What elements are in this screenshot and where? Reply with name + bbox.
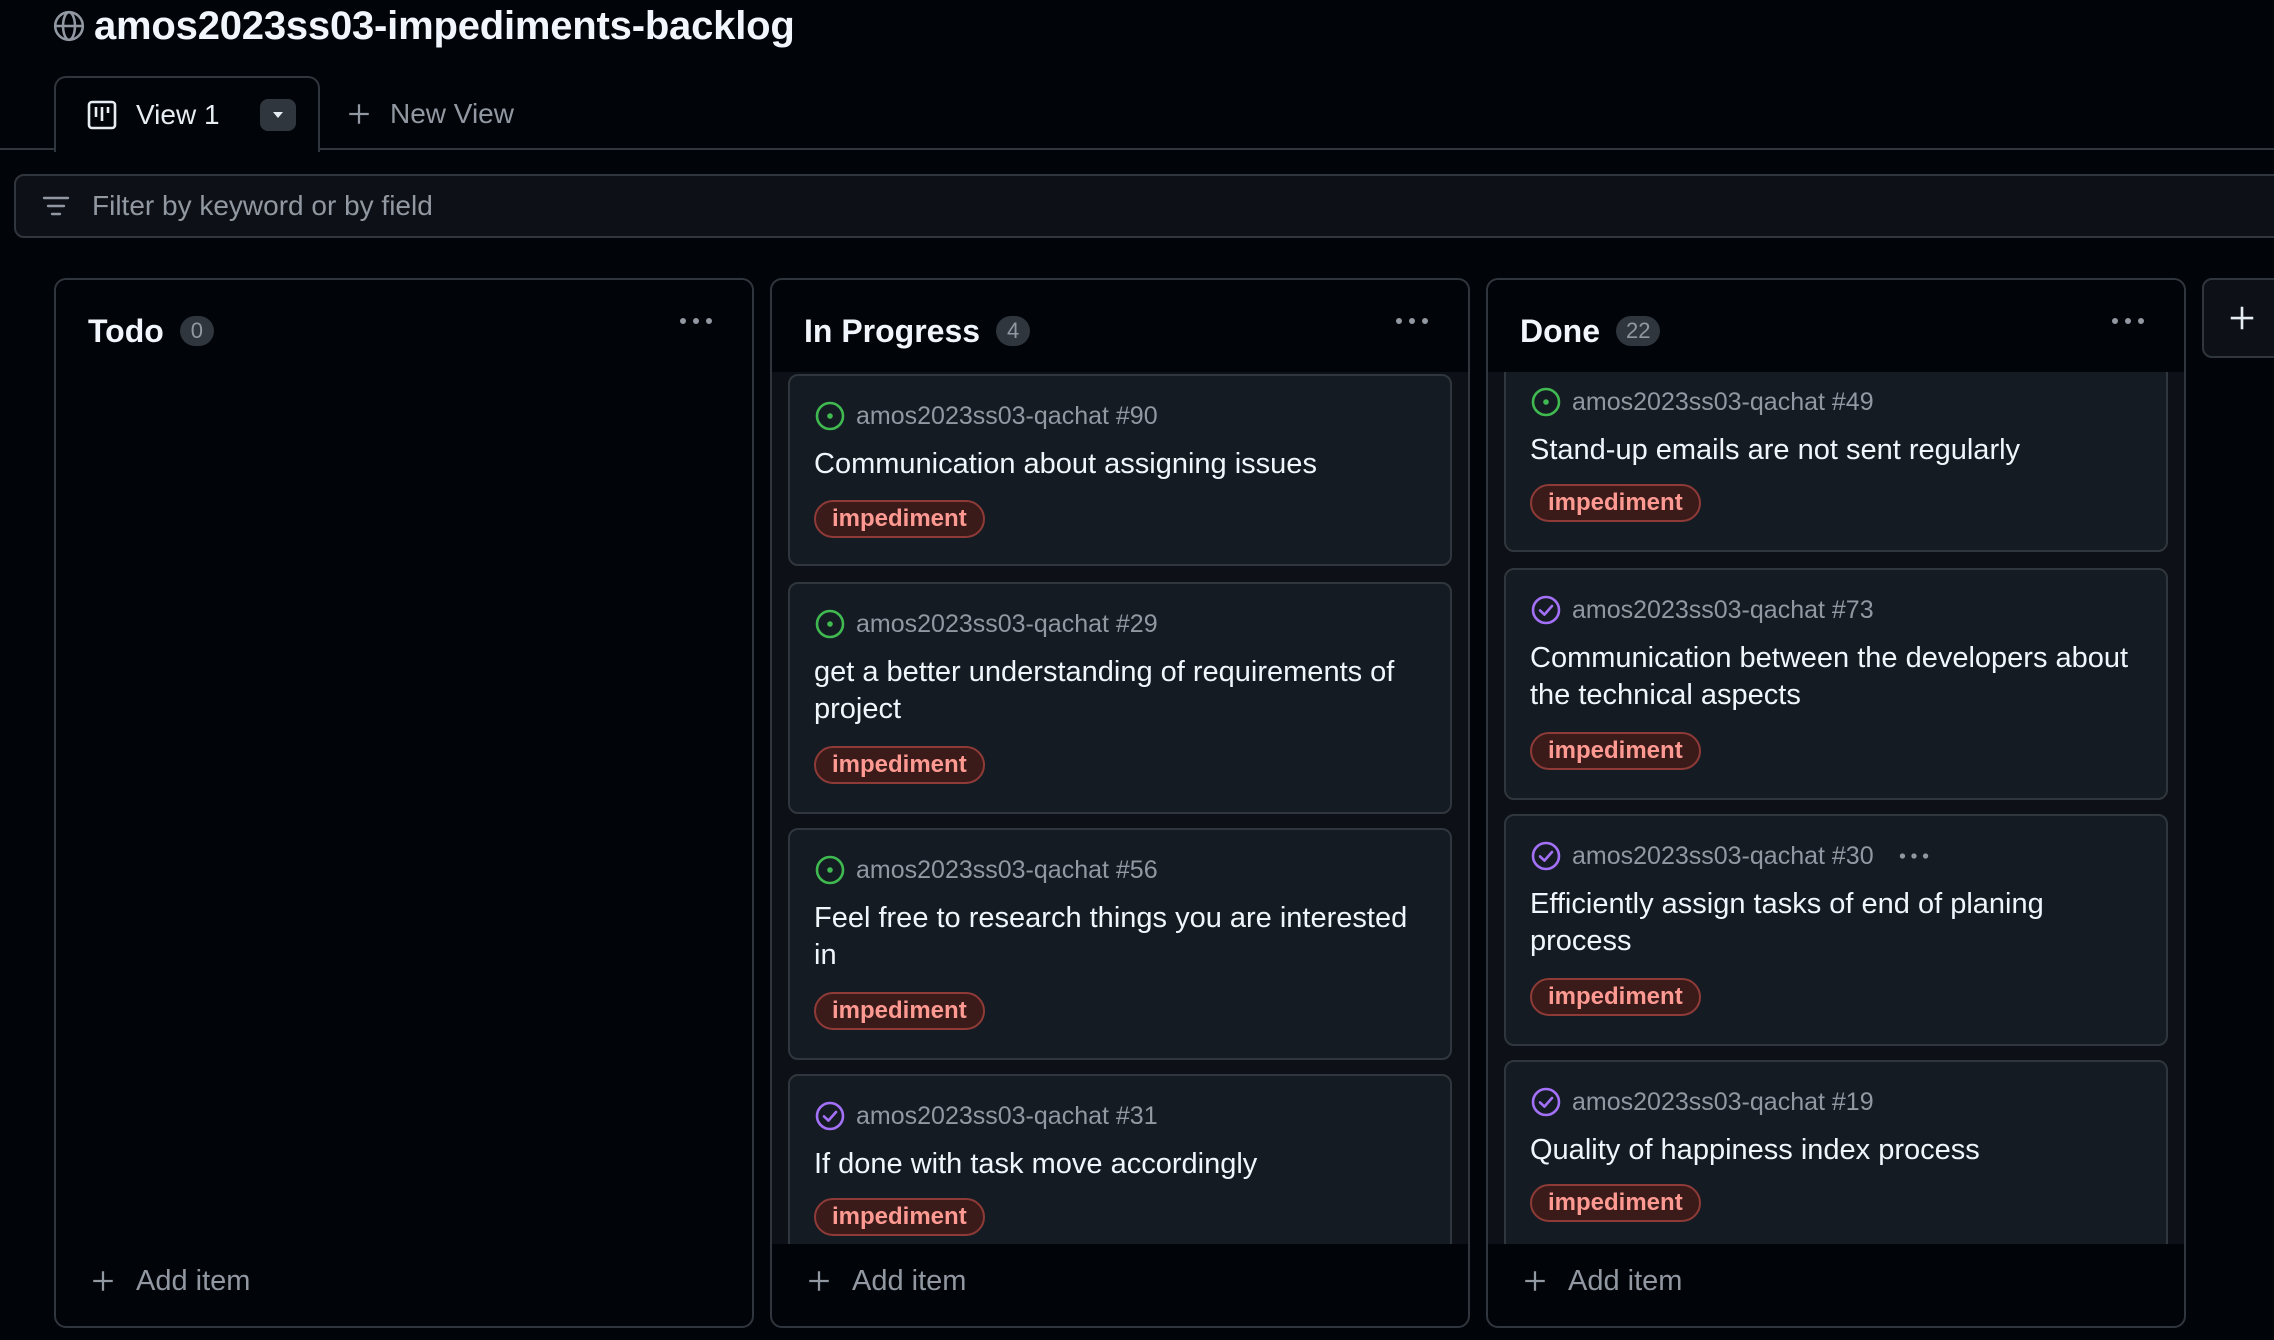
add-item-label: Add item <box>852 1264 967 1297</box>
column-title: In Progress <box>804 312 981 349</box>
globe-icon <box>53 10 85 42</box>
column-menu-button[interactable] <box>676 306 716 336</box>
issue-card[interactable]: amos2023ss03-qachat #56 Feel free to res… <box>788 828 1452 1060</box>
add-item-label: Add item <box>136 1264 251 1297</box>
issue-reference: amos2023ss03-qachat #73 <box>1572 595 1874 624</box>
project-header: amos2023ss03-impediments-backlog <box>52 0 795 52</box>
column-todo: Todo 0 Add item <box>54 278 754 1328</box>
plus-icon <box>2230 306 2254 330</box>
column-title: Done <box>1520 312 1600 349</box>
issue-reference: amos2023ss03-qachat #90 <box>856 401 1158 430</box>
issue-opened-icon <box>815 609 845 639</box>
triangle-down-icon <box>272 112 283 118</box>
issue-closed-icon <box>1531 595 1561 625</box>
project-title: amos2023ss03-impediments-backlog <box>94 3 795 48</box>
kebab-horizontal-icon <box>680 318 712 324</box>
card-meta: amos2023ss03-qachat #56 <box>814 854 1158 886</box>
issue-title[interactable]: get a better understanding of requiremen… <box>814 654 1424 728</box>
label-badge[interactable]: impediment <box>1530 1184 1701 1222</box>
issue-title[interactable]: Stand-up emails are not sent regularly <box>1530 432 2140 469</box>
column-header: Todo 0 <box>56 280 752 372</box>
label-badge[interactable]: impediment <box>814 992 985 1030</box>
kebab-horizontal-icon <box>2112 318 2144 324</box>
issue-closed-icon <box>1531 1087 1561 1117</box>
column-menu-button[interactable] <box>1392 306 1432 336</box>
issue-card[interactable]: amos2023ss03-qachat #31 If done with tas… <box>788 1074 1452 1244</box>
issue-title[interactable]: Feel free to research things you are int… <box>814 900 1424 974</box>
card-meta: amos2023ss03-qachat #49 <box>1530 386 1874 418</box>
issue-closed-icon <box>815 1101 845 1131</box>
view-tabbar: View 1 New View <box>0 76 2274 152</box>
column-count-badge: 0 <box>179 316 214 346</box>
issue-reference: amos2023ss03-qachat #19 <box>1572 1087 1874 1116</box>
issue-closed-icon <box>1531 841 1561 871</box>
plus-icon <box>349 104 369 124</box>
column-done: Done 22 amos2023ss03-qachat #49 Stand-up… <box>1486 278 2186 1328</box>
column-count-badge: 4 <box>996 316 1031 346</box>
card-meta: amos2023ss03-qachat #31 <box>814 1100 1158 1132</box>
column-menu-button[interactable] <box>2108 306 2148 336</box>
issue-reference: amos2023ss03-qachat #29 <box>856 609 1158 638</box>
column-body: amos2023ss03-qachat #90 Communication ab… <box>772 372 1468 1244</box>
filter-input[interactable] <box>90 189 990 223</box>
label-badge[interactable]: impediment <box>1530 732 1701 770</box>
label-badge[interactable]: impediment <box>814 500 985 538</box>
issue-title[interactable]: Quality of happiness index process <box>1530 1132 2140 1169</box>
column-header: In Progress 4 <box>772 280 1468 372</box>
add-item-label: Add item <box>1568 1264 1683 1297</box>
card-meta: amos2023ss03-qachat #30 <box>1530 840 1930 872</box>
issue-reference: amos2023ss03-qachat #56 <box>856 855 1158 884</box>
column-body: amos2023ss03-qachat #49 Stand-up emails … <box>1488 372 2184 1244</box>
tab-view-1[interactable]: View 1 <box>54 76 320 152</box>
issue-card[interactable]: amos2023ss03-qachat #73 Communication be… <box>1504 568 2168 800</box>
plus-icon <box>809 1271 829 1291</box>
issue-card[interactable]: amos2023ss03-qachat #29 get a better und… <box>788 582 1452 814</box>
add-column-button[interactable] <box>2202 278 2274 358</box>
label-badge[interactable]: impediment <box>1530 484 1701 522</box>
card-meta: amos2023ss03-qachat #73 <box>1530 594 1874 626</box>
issue-card[interactable]: amos2023ss03-qachat #90 Communication ab… <box>788 374 1452 566</box>
label-badge[interactable]: impediment <box>1530 978 1701 1016</box>
kebab-horizontal-icon <box>1396 318 1428 324</box>
issue-reference: amos2023ss03-qachat #31 <box>856 1101 1158 1130</box>
label-badge[interactable]: impediment <box>814 1198 985 1236</box>
plus-icon <box>1525 1271 1545 1291</box>
issue-opened-icon <box>815 855 845 885</box>
new-view-label: New View <box>390 98 514 129</box>
add-item-button[interactable]: Add item <box>90 1256 250 1306</box>
column-header: Done 22 <box>1488 280 2184 372</box>
view-options-button[interactable] <box>259 99 296 131</box>
tab-view-1-label: View 1 <box>136 99 220 130</box>
column-count-badge: 22 <box>1616 316 1661 346</box>
issue-reference: amos2023ss03-qachat #49 <box>1572 387 1874 416</box>
issue-title[interactable]: Efficiently assign tasks of end of plani… <box>1530 886 2140 960</box>
issue-reference: amos2023ss03-qachat #30 <box>1572 841 1874 870</box>
issue-card[interactable]: amos2023ss03-qachat #30 Efficiently assi… <box>1504 814 2168 1046</box>
column-in-progress: In Progress 4 amos2023ss03-qachat #90 Co… <box>770 278 1470 1328</box>
issue-opened-icon <box>1531 387 1561 417</box>
card-meta: amos2023ss03-qachat #29 <box>814 608 1158 640</box>
plus-icon <box>93 1271 113 1291</box>
card-meta: amos2023ss03-qachat #19 <box>1530 1086 1874 1118</box>
issue-card[interactable]: amos2023ss03-qachat #19 Quality of happi… <box>1504 1060 2168 1244</box>
filter-bar <box>14 174 2274 238</box>
filter-icon <box>42 196 70 216</box>
board-icon <box>87 100 117 130</box>
add-item-button[interactable]: Add item <box>806 1256 966 1306</box>
label-badge[interactable]: impediment <box>814 746 985 784</box>
issue-title[interactable]: If done with task move accordingly <box>814 1146 1424 1183</box>
card-meta: amos2023ss03-qachat #90 <box>814 400 1158 432</box>
add-item-button[interactable]: Add item <box>1522 1256 1682 1306</box>
new-view-button[interactable]: New View <box>346 94 514 134</box>
issue-card[interactable]: amos2023ss03-qachat #49 Stand-up emails … <box>1504 372 2168 552</box>
issue-opened-icon <box>815 401 845 431</box>
issue-title[interactable]: Communication about assigning issues <box>814 446 1424 483</box>
card-menu-icon[interactable] <box>1898 840 1930 872</box>
issue-title[interactable]: Communication between the developers abo… <box>1530 640 2140 714</box>
column-title: Todo <box>88 312 164 349</box>
column-body <box>56 372 752 1244</box>
